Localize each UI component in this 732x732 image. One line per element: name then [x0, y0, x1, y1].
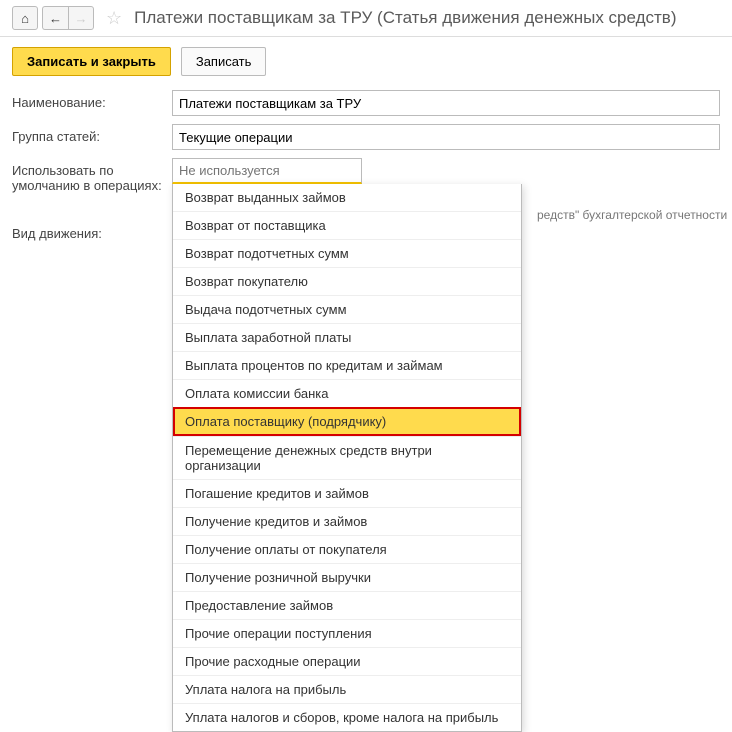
dropdown-item[interactable]: Возврат от поставщика	[173, 211, 521, 239]
forward-button[interactable]: →	[68, 6, 94, 30]
save-and-close-button[interactable]: Записать и закрыть	[12, 47, 171, 76]
name-input[interactable]	[172, 90, 720, 116]
dropdown-item[interactable]: Оплата поставщику (подрядчику)	[173, 407, 521, 436]
dropdown-item[interactable]: Выплата процентов по кредитам и займам	[173, 351, 521, 379]
group-input[interactable]	[172, 124, 720, 150]
back-button[interactable]: ←	[42, 6, 68, 30]
dropdown-item[interactable]: Прочие операции поступления	[173, 619, 521, 647]
home-icon: ⌂	[21, 11, 29, 26]
dropdown-item[interactable]: Получение розничной выручки	[173, 563, 521, 591]
group-label: Группа статей:	[12, 124, 172, 144]
dropdown-item[interactable]: Получение кредитов и займов	[173, 507, 521, 535]
report-hint-text: редств" бухгалтерской отчетности	[537, 208, 727, 222]
dropdown-item[interactable]: Выдача подотчетных сумм	[173, 295, 521, 323]
dropdown-item[interactable]: Уплата налогов и сборов, кроме налога на…	[173, 703, 521, 731]
dropdown-item[interactable]: Возврат подотчетных сумм	[173, 239, 521, 267]
dropdown-item[interactable]: Погашение кредитов и займов	[173, 479, 521, 507]
dropdown-item[interactable]: Оплата комиссии банка	[173, 379, 521, 407]
dropdown-item[interactable]: Получение оплаты от покупателя	[173, 535, 521, 563]
home-button[interactable]: ⌂	[12, 6, 38, 30]
dropdown-item[interactable]: Возврат покупателю	[173, 267, 521, 295]
favorite-star-icon[interactable]: ☆	[106, 8, 122, 29]
back-icon: ←	[49, 11, 62, 26]
default-ops-input[interactable]	[172, 158, 362, 184]
dropdown-item[interactable]: Уплата налога на прибыль	[173, 675, 521, 703]
operations-dropdown: Возврат выданных займовВозврат от постав…	[172, 184, 522, 732]
dropdown-item[interactable]: Предоставление займов	[173, 591, 521, 619]
movement-type-label: Вид движения:	[12, 221, 172, 241]
dropdown-item[interactable]: Выплата заработной платы	[173, 323, 521, 351]
default-ops-label: Использовать по умолчанию в операциях:	[12, 158, 172, 193]
save-button[interactable]: Записать	[181, 47, 267, 76]
dropdown-item[interactable]: Возврат выданных займов	[173, 184, 521, 211]
forward-icon: →	[75, 11, 88, 26]
name-label: Наименование:	[12, 90, 172, 110]
dropdown-item[interactable]: Перемещение денежных средств внутри орга…	[173, 436, 521, 479]
dropdown-item[interactable]: Прочие расходные операции	[173, 647, 521, 675]
page-title: Платежи поставщикам за ТРУ (Статья движе…	[134, 8, 676, 28]
